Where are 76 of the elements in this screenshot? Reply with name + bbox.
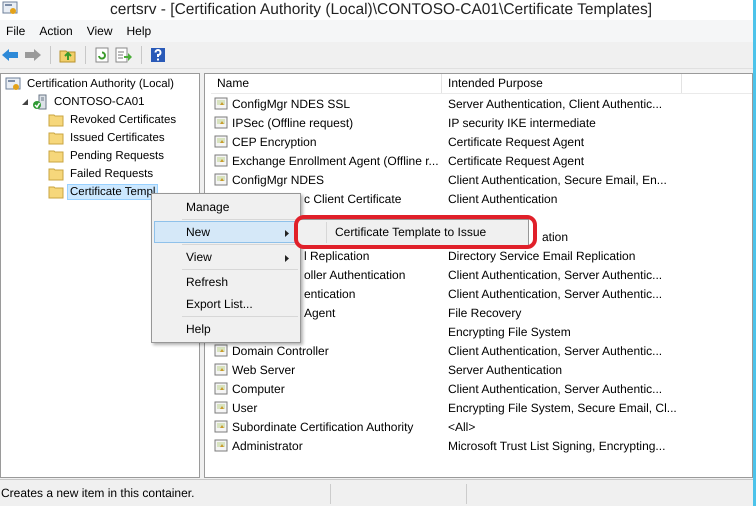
certificate-template-icon (214, 154, 228, 168)
template-name: ConfigMgr NDES (232, 172, 324, 186)
back-arrow-icon[interactable] (1, 47, 19, 63)
tree-item[interactable]: Issued Certificates (67, 130, 168, 146)
intended-purpose: File Recovery (448, 306, 522, 320)
template-name: Computer (232, 382, 285, 396)
template-name: Domain Controller (232, 344, 329, 358)
intended-purpose: Certificate Request Agent (448, 134, 584, 148)
template-name: Administrator (232, 438, 303, 452)
server-icon (32, 94, 48, 110)
certificate-template-icon (214, 116, 228, 130)
window-title: certsrv - [Certification Authority (Local)\CONTOSO-CA01\Certificate Templates] (110, 1, 652, 19)
tree-item[interactable]: Certification Authority (Local) (24, 76, 178, 92)
menu-item[interactable]: Help (120, 24, 158, 38)
context-menu-item[interactable]: Help (154, 318, 298, 340)
status-text: Creates a new item in this container. (0, 486, 194, 500)
app-icon (2, 0, 18, 16)
certificate-template-icon (214, 362, 228, 376)
intended-purpose: Client Authentication, Server Authentic... (448, 344, 662, 358)
certificate-template-icon (214, 438, 228, 452)
intended-purpose: IP security IKE intermediate (448, 116, 596, 130)
certificate-template-icon (214, 134, 228, 148)
column-header[interactable]: Intended Purpose (442, 74, 682, 93)
certificate-template-icon (214, 420, 228, 434)
intended-purpose: Client Authentication, Server Authentic... (448, 382, 662, 396)
intended-purpose: Client Authentication, Server Authentic... (448, 286, 662, 300)
intended-purpose: Server Authentication (448, 362, 562, 376)
intended-purpose: Encrypting File System (448, 324, 571, 338)
certificate-authority-icon (5, 76, 21, 92)
expand-triangle-icon[interactable] (21, 98, 29, 106)
folder-icon (48, 166, 64, 182)
help-icon[interactable] (150, 47, 166, 63)
template-name: Web Server (232, 362, 296, 376)
export-list-icon[interactable] (115, 47, 133, 63)
submenu-item[interactable]: Certificate Template to Issue (326, 222, 526, 243)
folder-icon (48, 130, 64, 146)
column-header[interactable]: Name (211, 74, 442, 93)
template-name: Agent (304, 306, 336, 320)
template-name: entication (304, 286, 356, 300)
intended-purpose: Client Authentication (448, 192, 558, 206)
intended-purpose: Directory Service Email Replication (448, 248, 636, 262)
certificate-template-icon (214, 96, 228, 110)
intended-purpose: Encrypting File System, Secure Email, Cl... (448, 400, 677, 414)
intended-purpose: Certificate Request Agent (448, 154, 584, 168)
tree-item[interactable]: CONTOSO-CA01 (51, 94, 148, 110)
context-menu-item[interactable]: Export List... (154, 293, 298, 315)
tree-item[interactable]: Pending Requests (67, 148, 167, 164)
certificate-template-icon (214, 172, 228, 186)
template-name: l Replication (304, 248, 370, 262)
refresh-icon[interactable] (94, 47, 110, 63)
folder-icon (48, 148, 64, 164)
tree-item[interactable]: Failed Requests (67, 166, 156, 182)
menu-item[interactable]: File (2, 24, 32, 38)
certificate-template-icon (214, 382, 228, 396)
template-name: IPSec (Offline request) (232, 116, 354, 130)
menu-item[interactable]: View (80, 24, 120, 38)
intended-purpose: ation (542, 230, 568, 244)
template-name: User (232, 400, 258, 414)
certificate-template-icon (214, 400, 228, 414)
template-name: oller Authentication (304, 268, 406, 282)
intended-purpose: <All> (448, 420, 476, 434)
context-menu-item[interactable]: View (154, 246, 298, 268)
intended-purpose: Client Authentication, Server Authentic... (448, 268, 662, 282)
template-name: Exchange Enrollment Agent (Offline r... (232, 154, 439, 168)
template-name: c Client Certificate (304, 192, 402, 206)
folder-icon (48, 184, 64, 200)
intended-purpose: Server Authentication, Client Authentic... (448, 96, 662, 110)
tree-item[interactable]: Revoked Certificates (67, 112, 180, 128)
intended-purpose: Microsoft Trust List Signing, Encrypting... (448, 438, 666, 452)
template-name: ConfigMgr NDES SSL (232, 96, 350, 110)
template-name: CEP Encryption (232, 134, 316, 148)
folder-icon (48, 112, 64, 128)
context-menu-item[interactable]: Refresh (154, 271, 298, 293)
intended-purpose: Client Authentication, Secure Email, En... (448, 172, 667, 186)
template-name: Subordinate Certification Authority (232, 420, 414, 434)
menu-item[interactable]: Action (32, 24, 80, 38)
